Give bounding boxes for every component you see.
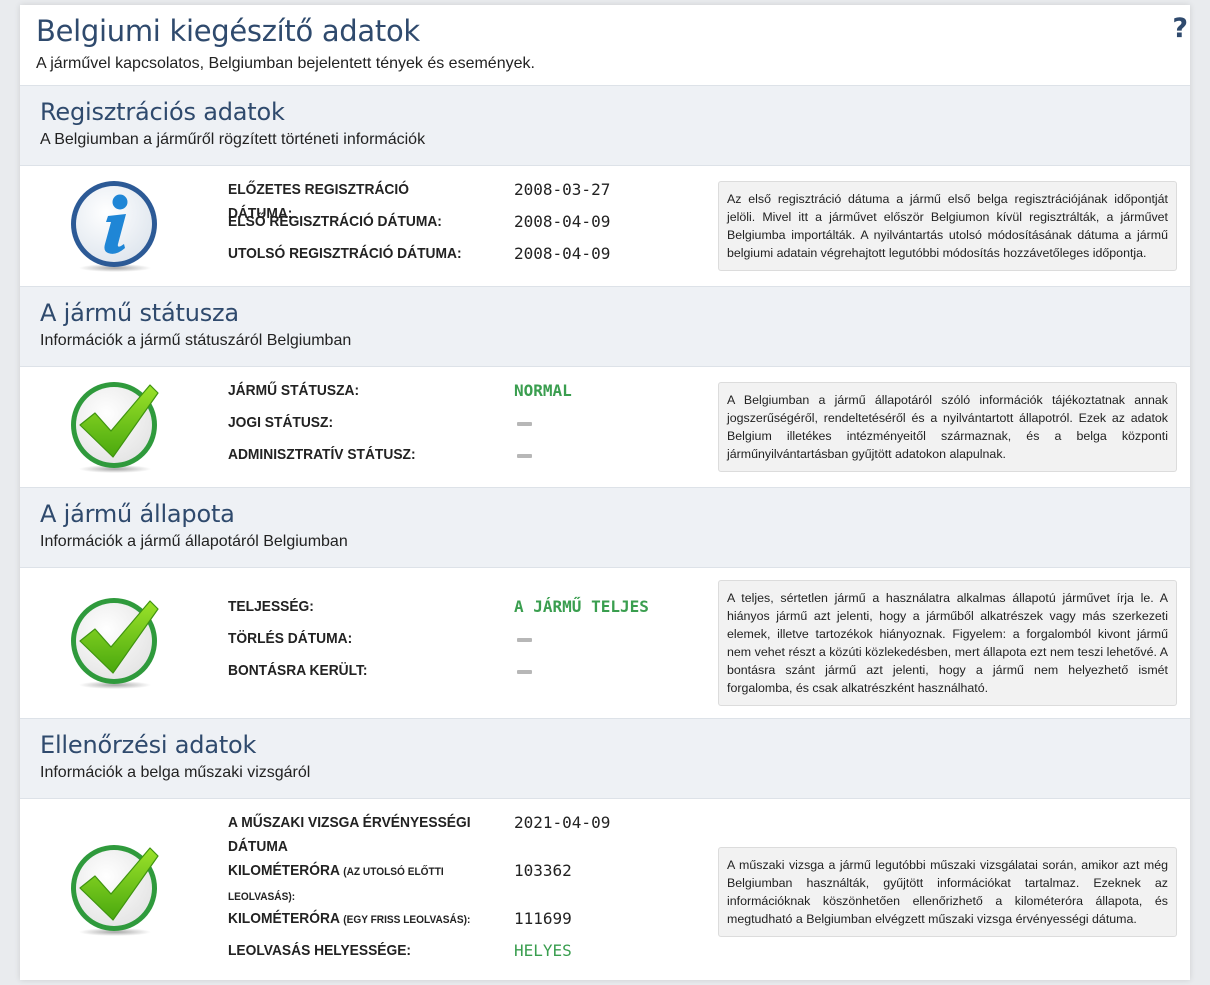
field-label: Jármű státusza: bbox=[228, 382, 360, 399]
field-label: Kilométeróra (az utolsó előtti leolvasás… bbox=[228, 859, 476, 909]
empty-value-dash bbox=[517, 638, 532, 642]
field-value: 2008-03-27 bbox=[514, 180, 611, 199]
field-value: 2008-04-09 bbox=[514, 244, 611, 263]
label-main: Kilométeróra bbox=[228, 862, 340, 879]
checkmark-icon bbox=[68, 842, 162, 938]
section-inspection-header: Ellenőrzési adatok Információk a belga m… bbox=[20, 718, 1190, 799]
section-inspection-body: A műszaki vizsga érvényességi dátuma 202… bbox=[20, 799, 1190, 979]
page-subtitle: A járművel kapcsolatos, Belgiumban bejel… bbox=[36, 55, 535, 72]
field-label: Első regisztráció dátuma: bbox=[228, 213, 442, 230]
checkmark-icon bbox=[68, 379, 162, 475]
section-title: Ellenőrzési adatok bbox=[40, 731, 257, 759]
field-value: 111699 bbox=[514, 909, 572, 928]
checkmark-icon bbox=[68, 595, 162, 691]
field-value: HELYES bbox=[514, 941, 572, 960]
section-title: Regisztrációs adatok bbox=[40, 98, 285, 126]
field-label: Bontásra került: bbox=[228, 662, 368, 679]
field-label: Jogi státusz: bbox=[228, 414, 334, 431]
section-title: A jármű állapota bbox=[40, 500, 235, 528]
empty-value-dash bbox=[517, 422, 532, 426]
empty-value-dash bbox=[517, 454, 532, 458]
section-condition-body: Teljesség: A JÁRMŰ TELJES Törlés dátuma:… bbox=[20, 568, 1190, 718]
field-value: 103362 bbox=[514, 861, 572, 880]
field-value: 2021-04-09 bbox=[514, 813, 611, 832]
field-label: Kilométeróra (egy friss leolvasás): bbox=[228, 907, 476, 932]
field-label: Utolsó regisztráció dátuma: bbox=[228, 245, 462, 262]
supplementary-data-card: Belgiumi kiegészítő adatok A járművel ka… bbox=[20, 5, 1190, 980]
page-header: Belgiumi kiegészítő adatok A járművel ka… bbox=[20, 5, 1190, 85]
section-subtitle: Információk a belga műszaki vizsgáról bbox=[40, 764, 311, 781]
field-label: Leolvasás helyessége: bbox=[228, 942, 412, 959]
field-value: 2008-04-09 bbox=[514, 212, 611, 231]
info-note: Az első regisztráció dátuma a jármű első… bbox=[718, 181, 1177, 271]
section-status-body: Jármű státusza: NORMAL Jogi státusz: Adm… bbox=[20, 367, 1190, 487]
info-note: A Belgiumban a jármű állapotáról szóló i… bbox=[718, 382, 1177, 472]
help-icon[interactable]: ? bbox=[1172, 13, 1188, 44]
field-label: Teljesség: bbox=[228, 598, 314, 615]
section-subtitle: Információk a jármű státuszáról Belgiumb… bbox=[40, 332, 352, 349]
section-subtitle: Információk a jármű állapotáról Belgiumb… bbox=[40, 533, 348, 550]
info-note: A műszaki vizsga a jármű legutóbbi műsza… bbox=[718, 847, 1177, 937]
info-note: A teljes, sértetlen jármű a használatra … bbox=[718, 580, 1177, 706]
label-main: Kilométeróra bbox=[228, 910, 340, 927]
page-title: Belgiumi kiegészítő adatok bbox=[36, 14, 420, 48]
info-icon bbox=[68, 178, 162, 274]
field-value: NORMAL bbox=[514, 381, 572, 400]
section-registration-body: Előzetes regisztráció dátuma: 2008-03-27… bbox=[20, 166, 1190, 286]
field-label: A műszaki vizsga érvényességi dátuma bbox=[228, 814, 471, 855]
section-title: A jármű státusza bbox=[40, 299, 239, 327]
label-note: (egy friss leolvasás): bbox=[343, 914, 471, 926]
field-label: Adminisztratív státusz: bbox=[228, 446, 416, 463]
empty-value-dash bbox=[517, 670, 532, 674]
section-condition-header: A jármű állapota Információk a jármű áll… bbox=[20, 487, 1190, 568]
field-value: A JÁRMŰ TELJES bbox=[514, 597, 649, 616]
field-label: Törlés dátuma: bbox=[228, 630, 353, 647]
section-status-header: A jármű státusza Információk a jármű stá… bbox=[20, 286, 1190, 367]
section-subtitle: A Belgiumban a járműről rögzített történ… bbox=[40, 131, 426, 148]
section-registration-header: Regisztrációs adatok A Belgiumban a járm… bbox=[20, 85, 1190, 166]
